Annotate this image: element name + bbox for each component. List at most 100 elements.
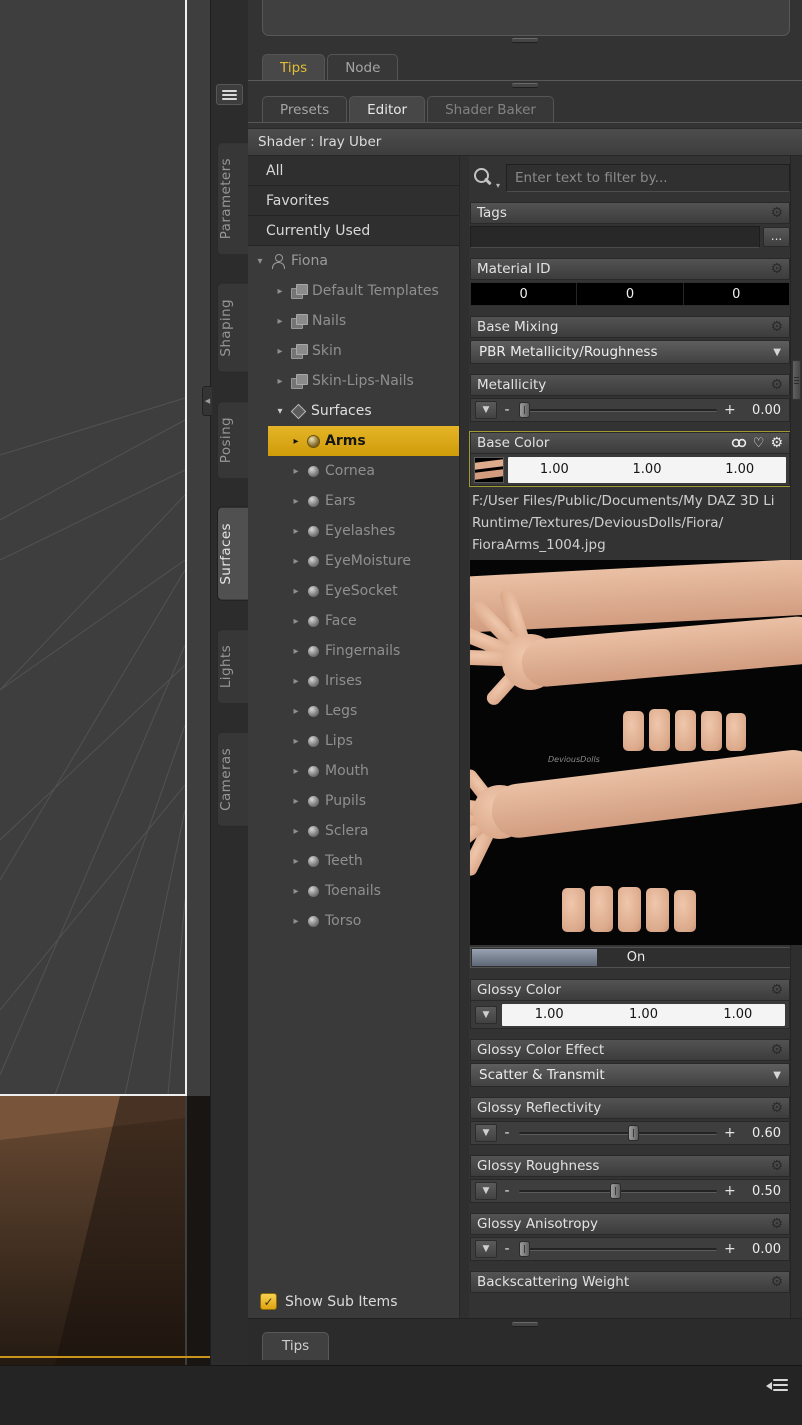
tab-editor[interactable]: Editor (349, 96, 426, 122)
slider-value[interactable]: 0.00 (739, 403, 785, 418)
viewport-3d[interactable] (0, 0, 210, 1365)
gear-icon[interactable] (770, 436, 783, 450)
surface-item[interactable]: Arms (268, 426, 459, 456)
tab-presets[interactable]: Presets (262, 96, 348, 122)
dock-tab[interactable]: Cameras (217, 731, 249, 827)
decrement-button[interactable] (502, 1125, 512, 1141)
texture-thumbnail[interactable] (471, 456, 508, 483)
increment-button[interactable] (724, 1125, 734, 1141)
gear-icon[interactable] (770, 320, 783, 334)
column-resizer[interactable] (460, 156, 469, 1318)
pane-menu-icon[interactable] (216, 84, 243, 105)
expand-arrow-icon[interactable] (290, 796, 302, 807)
expand-arrow-icon[interactable] (290, 646, 302, 657)
slider-menu-button[interactable] (475, 1182, 497, 1200)
slider-handle[interactable] (628, 1125, 640, 1141)
slider-value[interactable]: 0.50 (739, 1184, 785, 1199)
expand-arrow-icon[interactable] (290, 766, 302, 777)
expand-arrow-icon[interactable] (274, 286, 286, 297)
slider-menu-button[interactable] (475, 1124, 497, 1142)
tree-group-item[interactable]: Nails (248, 306, 459, 336)
gear-icon[interactable] (770, 206, 783, 220)
gear-icon[interactable] (770, 378, 783, 392)
surface-item[interactable]: Ears (268, 486, 459, 516)
tab-tips-bottom[interactable]: Tips (262, 1332, 330, 1360)
dock-collapse-handle[interactable]: ◀ (202, 386, 212, 416)
slider-value[interactable]: 0.60 (739, 1126, 785, 1141)
base-color-g[interactable]: 1.00 (601, 457, 694, 483)
slider-track[interactable] (517, 1182, 719, 1200)
glossy-color-r[interactable]: 1.00 (502, 1004, 596, 1026)
tags-input[interactable] (470, 226, 760, 248)
tree-group-item[interactable]: Skin-Lips-Nails (248, 366, 459, 396)
expand-arrow-icon[interactable] (290, 586, 302, 597)
slider-menu-button[interactable] (475, 401, 497, 419)
tree-group-item[interactable]: Default Templates (248, 276, 459, 306)
expand-arrow-icon[interactable] (274, 346, 286, 357)
glossy-color-g[interactable]: 1.00 (596, 1004, 690, 1026)
expand-arrow-icon[interactable] (290, 616, 302, 627)
slider-track[interactable] (517, 1240, 719, 1258)
surface-item[interactable]: Pupils (268, 786, 459, 816)
material-id-g[interactable]: 0 (577, 283, 684, 305)
expand-arrow-icon[interactable] (290, 916, 302, 927)
show-sub-items-checkbox[interactable] (260, 1293, 277, 1310)
glossy-color-effect-dropdown[interactable]: Scatter & Transmit (470, 1063, 790, 1087)
collapse-arrow-icon[interactable] (254, 256, 266, 267)
surface-item[interactable]: Eyelashes (268, 516, 459, 546)
metallicity-header[interactable]: Metallicity (470, 374, 790, 396)
base-color-r[interactable]: 1.00 (508, 457, 601, 483)
slider-value[interactable]: 0.00 (739, 1242, 785, 1257)
glossy-reflectivity-header[interactable]: Glossy Reflectivity (470, 1097, 790, 1119)
pane-splitter[interactable] (248, 38, 802, 43)
increment-button[interactable] (724, 1183, 734, 1199)
expand-arrow-icon[interactable] (290, 556, 302, 567)
backscattering-header[interactable]: Backscattering Weight (470, 1271, 790, 1293)
expand-arrow-icon[interactable] (290, 436, 302, 447)
filter-list-item[interactable]: Favorites (248, 186, 459, 216)
expand-arrow-icon[interactable] (290, 736, 302, 747)
gear-icon[interactable] (770, 1159, 783, 1173)
slider-handle[interactable] (519, 1241, 531, 1257)
gear-icon[interactable] (770, 1101, 783, 1115)
surface-item[interactable]: Sclera (268, 816, 459, 846)
slider-handle[interactable] (609, 1183, 621, 1199)
pane-splitter[interactable] (248, 1322, 802, 1327)
base-mixing-header[interactable]: Base Mixing (470, 316, 790, 338)
surface-item[interactable]: Irises (268, 666, 459, 696)
slider-handle[interactable] (519, 402, 531, 418)
surface-item[interactable]: Toenails (268, 876, 459, 906)
dock-tab[interactable]: Shaping (217, 283, 249, 373)
material-id-b[interactable]: 0 (684, 283, 789, 305)
surface-item[interactable]: Lips (268, 726, 459, 756)
pane-splitter[interactable] (248, 83, 802, 88)
surface-item[interactable]: Legs (268, 696, 459, 726)
surface-item[interactable]: Fingernails (268, 636, 459, 666)
increment-button[interactable] (724, 1241, 734, 1257)
expand-arrow-icon[interactable] (290, 676, 302, 687)
expand-arrow-icon[interactable] (290, 496, 302, 507)
tab-shader-baker[interactable]: Shader Baker (427, 96, 554, 122)
gear-icon[interactable] (770, 262, 783, 276)
tree-surfaces-node[interactable]: Surfaces (248, 396, 459, 426)
expand-arrow-icon[interactable] (290, 886, 302, 897)
search-icon[interactable] (470, 166, 496, 190)
dock-tab[interactable]: Lights (217, 628, 249, 704)
slider-menu-button[interactable] (475, 1240, 497, 1258)
glossy-color-effect-header[interactable]: Glossy Color Effect (470, 1039, 790, 1061)
material-id-header[interactable]: Material ID (470, 258, 790, 280)
pane-menu-icon[interactable] (766, 1376, 790, 1394)
surface-item[interactable]: Cornea (268, 456, 459, 486)
tree-group-item[interactable]: Skin (248, 336, 459, 366)
expand-arrow-icon[interactable] (274, 376, 286, 387)
texture-on-toggle[interactable]: On (470, 947, 802, 968)
surface-item[interactable]: Mouth (268, 756, 459, 786)
decrement-button[interactable] (502, 1241, 512, 1257)
surface-item[interactable]: Teeth (268, 846, 459, 876)
glossy-color-b[interactable]: 1.00 (691, 1004, 785, 1026)
filter-list-item[interactable]: All (248, 156, 459, 186)
gear-icon[interactable] (770, 1217, 783, 1231)
tab-tips[interactable]: Tips (262, 54, 326, 80)
filter-list-item[interactable]: Currently Used (248, 216, 459, 246)
decrement-button[interactable] (502, 402, 512, 418)
